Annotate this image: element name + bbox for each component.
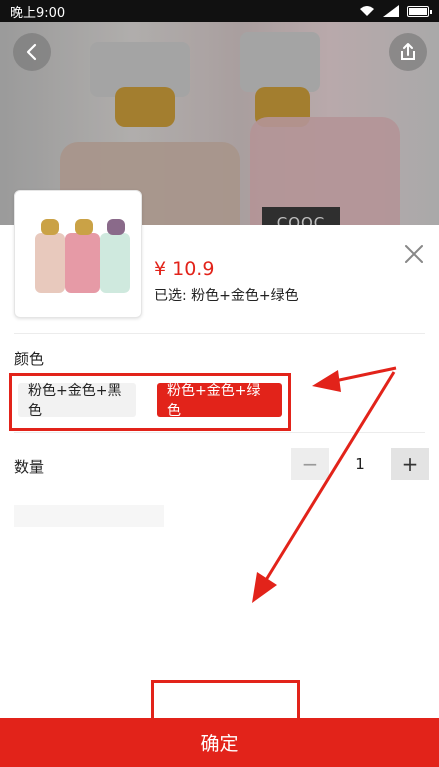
status-time: 晚上9:00 [10, 5, 66, 21]
status-bar: 晚上9:00 [0, 0, 439, 22]
back-button[interactable] [13, 33, 51, 71]
divider [14, 333, 425, 334]
back-icon [26, 43, 37, 61]
price: ¥ 10.9 [154, 258, 215, 280]
close-icon[interactable] [402, 242, 426, 266]
quantity-value[interactable]: 1 [329, 448, 391, 480]
placeholder-bar [14, 505, 164, 527]
quantity-decrease-button[interactable]: − [291, 448, 329, 480]
divider [14, 432, 425, 433]
battery-icon [407, 5, 432, 17]
wifi-icon [360, 6, 374, 16]
quantity-increase-button[interactable]: + [391, 448, 429, 480]
share-icon [401, 43, 415, 60]
signal-icon [383, 5, 399, 17]
status-icons [359, 5, 432, 17]
quantity-section-label: 数量 [14, 458, 45, 476]
share-button[interactable] [389, 33, 427, 71]
selected-variant-text: 已选: 粉色+金色+绿色 [154, 288, 299, 304]
color-section-label: 颜色 [14, 350, 45, 368]
annotation-box-confirm [151, 680, 300, 767]
quantity-stepper: − 1 + [291, 448, 429, 480]
product-thumbnail [14, 190, 142, 318]
annotation-box-color-options [9, 373, 291, 431]
